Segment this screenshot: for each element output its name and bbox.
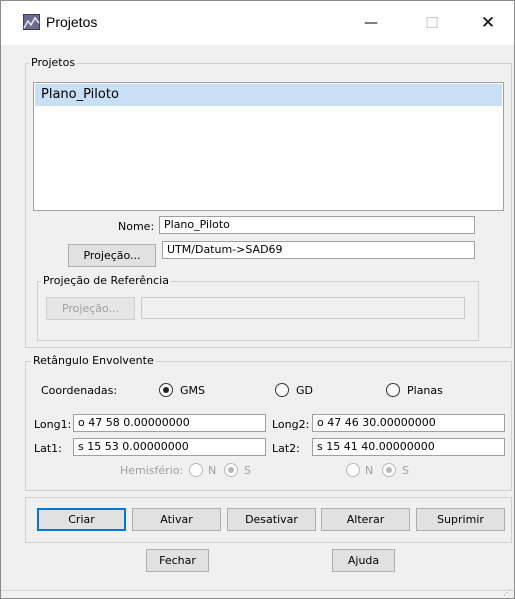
minimize-button[interactable]: —: [356, 9, 386, 37]
radio-gd-label: GD: [296, 384, 313, 397]
status-divider: [1, 590, 514, 591]
long2-field[interactable]: o 47 46 30.00000000: [312, 414, 505, 432]
desativar-button[interactable]: Desativar: [227, 508, 316, 531]
nome-label: Nome:: [118, 220, 155, 233]
referencia-projecao-field: [141, 297, 465, 319]
lat1-label: Lat1:: [34, 442, 62, 455]
lat1-field[interactable]: s 15 53 0.00000000: [73, 438, 266, 456]
suprimir-button[interactable]: Suprimir: [416, 508, 505, 531]
radio-planas[interactable]: [386, 383, 400, 397]
hemisferio1-n-radio[interactable]: [189, 463, 203, 477]
radio-gd[interactable]: [275, 383, 289, 397]
list-item[interactable]: Plano_Piloto: [35, 84, 502, 106]
resize-grip-icon[interactable]: ⋰: [503, 588, 511, 597]
referencia-group-label: Projeção de Referência: [41, 274, 171, 287]
retangulo-group-label: Retângulo Envolvente: [31, 354, 156, 367]
ajuda-button[interactable]: Ajuda: [332, 549, 395, 572]
projecao-field: UTM/Datum->SAD69: [162, 241, 475, 259]
long1-field[interactable]: o 47 58 0.00000000: [73, 414, 266, 432]
hemisferio1-s-radio[interactable]: [224, 463, 238, 477]
radio-gms-label: GMS: [180, 384, 205, 397]
hemisferio2-s-label: S: [402, 464, 409, 477]
maximize-button[interactable]: ☐: [417, 9, 447, 37]
lat2-field[interactable]: s 15 41 40.00000000: [312, 438, 505, 456]
fechar-button[interactable]: Fechar: [146, 549, 209, 572]
app-icon: [23, 14, 40, 30]
referencia-projecao-button[interactable]: Projeção...: [46, 297, 135, 320]
criar-button[interactable]: Criar: [37, 508, 126, 531]
projecao-button[interactable]: Projeção...: [68, 244, 156, 267]
hemisferio2-s-radio[interactable]: [382, 463, 396, 477]
projetos-group-label: Projetos: [29, 56, 78, 69]
long2-label: Long2:: [272, 418, 310, 431]
hemisferio2-n-label: N: [365, 464, 374, 477]
radio-gms[interactable]: [159, 383, 173, 397]
alterar-button[interactable]: Alterar: [321, 508, 410, 531]
coordenadas-label: Coordenadas:: [41, 384, 118, 397]
projects-list[interactable]: Plano_Piloto: [33, 82, 504, 211]
lat2-label: Lat2:: [272, 442, 300, 455]
radio-planas-label: Planas: [407, 384, 443, 397]
hemisferio-label: Hemisfério:: [120, 464, 184, 477]
title-bar[interactable]: Projetos — ☐ ✕: [1, 1, 514, 45]
nome-field[interactable]: Plano_Piloto: [159, 216, 475, 234]
long1-label: Long1:: [34, 418, 72, 431]
hemisferio1-s-label: S: [244, 464, 251, 477]
ativar-button[interactable]: Ativar: [132, 508, 221, 531]
close-button[interactable]: ✕: [473, 9, 503, 37]
hemisferio1-n-label: N: [208, 464, 217, 477]
hemisferio2-n-radio[interactable]: [346, 463, 360, 477]
window-title: Projetos: [46, 14, 98, 30]
projetos-window: Projetos — ☐ ✕ Projetos Plano_Piloto Nom…: [0, 0, 515, 599]
